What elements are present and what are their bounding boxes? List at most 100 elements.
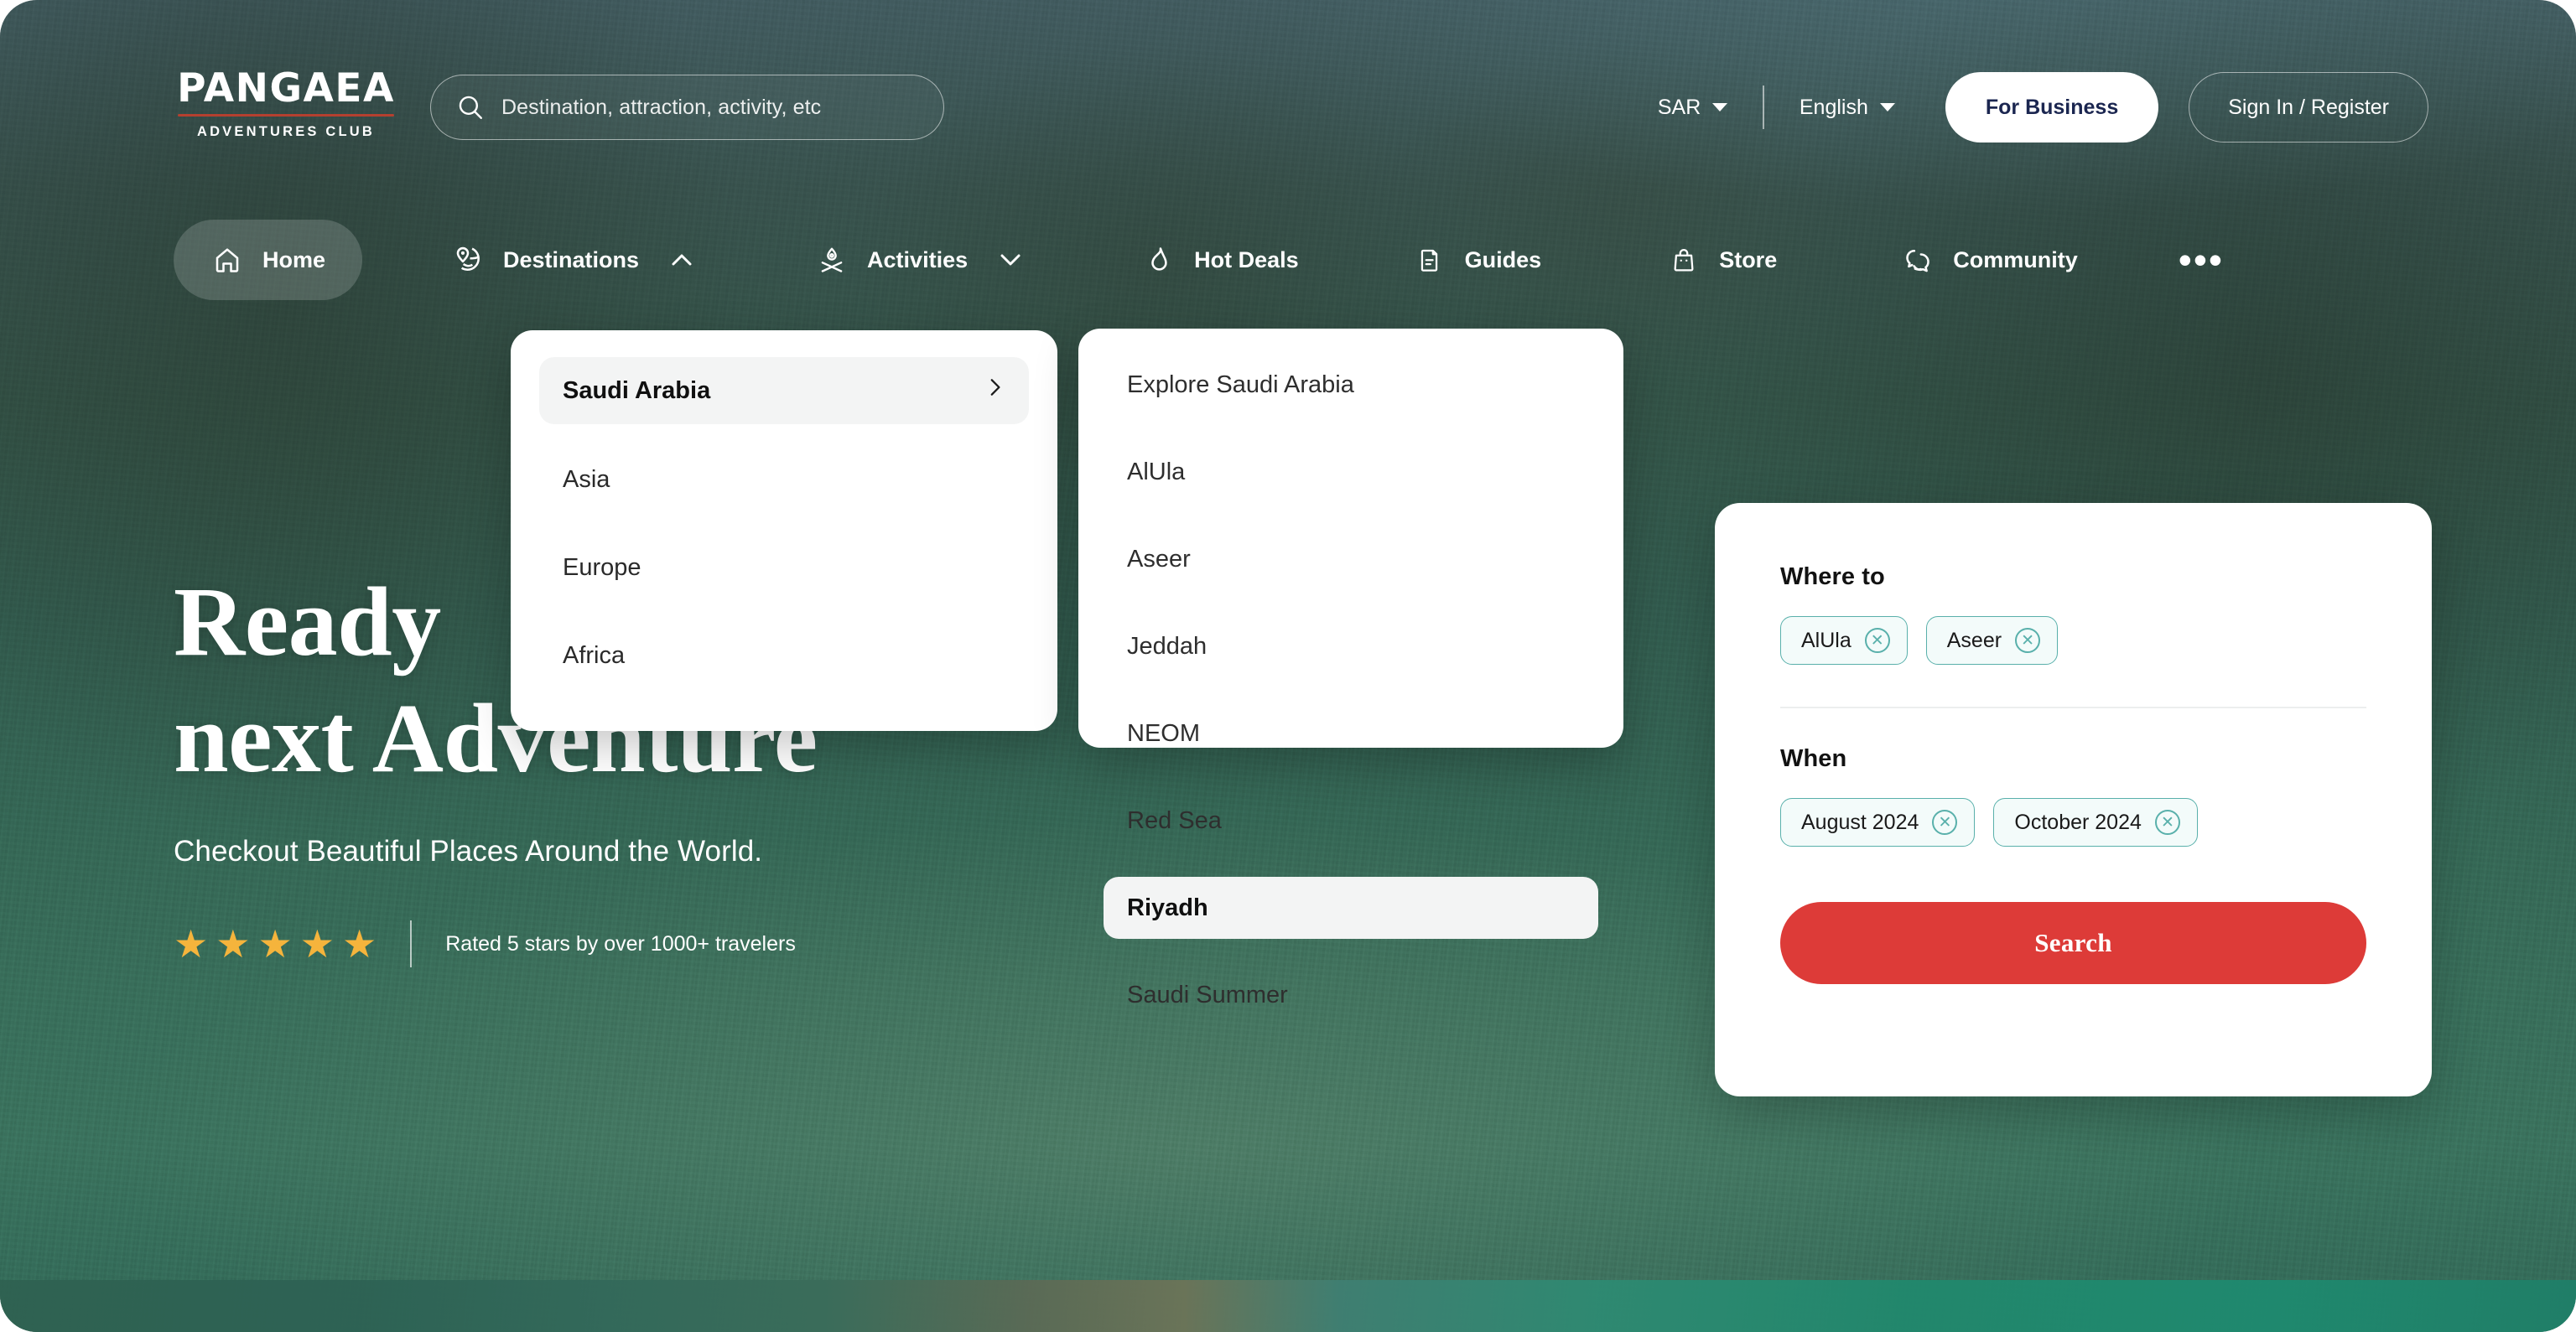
destination-label: Jeddah — [1127, 632, 1208, 660]
chevron-down-icon — [1712, 103, 1728, 111]
search-placeholder-text: Destination, attraction, activity, etc — [501, 95, 822, 119]
star-icon: ★ — [299, 922, 335, 967]
shopping-bag-icon — [1667, 243, 1701, 277]
region-label: Europe — [563, 553, 641, 581]
rating-text: Rated 5 stars by over 1000+ travelers — [445, 931, 796, 956]
nav-item-store[interactable]: Store — [1630, 220, 1814, 300]
region-item-europe[interactable]: Europe — [539, 534, 1029, 601]
destination-item-riyadh[interactable]: Riyadh — [1104, 877, 1598, 939]
site-header: PANGAEA ADVENTURES CLUB Destination, att… — [0, 0, 2576, 168]
destination-label: Explore Saudi Arabia — [1127, 371, 1354, 398]
when-chips: August 2024 ✕ October 2024 ✕ — [1780, 798, 2366, 847]
close-circle-icon[interactable]: ✕ — [1932, 810, 1958, 835]
destination-item-saudi-summer[interactable]: Saudi Summer — [1104, 964, 1598, 1026]
destination-label: Red Sea — [1127, 806, 1222, 834]
destination-label: Saudi Summer — [1127, 981, 1288, 1008]
destination-item-red-sea[interactable]: Red Sea — [1104, 790, 1598, 852]
menu-gap — [1104, 503, 1598, 528]
star-rating: ★ ★ ★ ★ ★ — [174, 925, 377, 963]
chat-people-icon — [1901, 243, 1935, 277]
nav-item-destinations[interactable]: Destinations — [414, 220, 731, 300]
currency-value: SAR — [1657, 95, 1701, 119]
close-circle-icon[interactable]: ✕ — [2015, 628, 2041, 653]
language-selector[interactable]: English — [1778, 82, 1917, 132]
destination-item-alula[interactable]: AlUla — [1104, 441, 1598, 503]
nav-label: Guides — [1464, 246, 1542, 272]
where-to-chips: AlUla ✕ Aseer ✕ — [1780, 616, 2366, 665]
chip-october-2024[interactable]: October 2024 ✕ — [1993, 798, 2198, 847]
star-icon: ★ — [342, 922, 377, 967]
nav-label: Store — [1719, 246, 1778, 272]
region-label: Asia — [563, 465, 610, 493]
chip-august-2024[interactable]: August 2024 ✕ — [1780, 798, 1976, 847]
nav-item-home[interactable]: Home — [174, 220, 363, 300]
nav-label: Activities — [867, 246, 969, 272]
header-divider — [1763, 86, 1764, 129]
when-section: When August 2024 ✕ October 2024 ✕ — [1780, 745, 2366, 847]
rating-row: ★ ★ ★ ★ ★ Rated 5 stars by over 1000+ tr… — [174, 920, 818, 968]
chevron-down-icon — [1879, 103, 1895, 111]
guidebook-icon — [1413, 243, 1446, 277]
destinations-regions-menu: Saudi Arabia Asia Europe Africa — [511, 330, 1057, 731]
chevron-right-icon — [984, 376, 1005, 405]
map-pin-globe-icon — [451, 243, 485, 277]
chip-label: Aseer — [1946, 628, 2002, 652]
home-icon — [210, 243, 244, 277]
region-item-saudi-arabia[interactable]: Saudi Arabia — [539, 357, 1029, 424]
hero-subtitle: Checkout Beautiful Places Around the Wor… — [174, 835, 763, 868]
destination-item-neom[interactable]: NEOM — [1104, 702, 1598, 764]
background-bottom-band — [0, 1280, 2576, 1332]
currency-selector[interactable]: SAR — [1636, 82, 1749, 132]
close-circle-icon[interactable]: ✕ — [2154, 810, 2180, 835]
search-button[interactable]: Search — [1780, 902, 2366, 984]
sign-in-register-button[interactable]: Sign In / Register — [2189, 72, 2428, 143]
nav-label: Community — [1953, 246, 2078, 272]
nav-item-community[interactable]: Community — [1864, 220, 2115, 300]
star-icon: ★ — [174, 922, 209, 967]
chip-aseer[interactable]: Aseer ✕ — [1925, 616, 2059, 665]
search-icon — [456, 93, 485, 122]
menu-gap — [1104, 416, 1598, 441]
nav-label: Home — [262, 246, 326, 272]
chip-label: AlUla — [1801, 628, 1852, 652]
menu-gap — [539, 513, 1029, 534]
menu-gap — [539, 601, 1029, 622]
nav-item-guides[interactable]: Guides — [1376, 220, 1579, 300]
brand-name: PANGAEA — [177, 65, 395, 111]
menu-gap — [1104, 764, 1598, 790]
destination-label: AlUla — [1127, 458, 1186, 485]
nav-item-hot-deals[interactable]: Hot Deals — [1105, 220, 1336, 300]
campfire-icon — [815, 243, 849, 277]
region-label: Saudi Arabia — [563, 376, 711, 404]
destination-item-aseer[interactable]: Aseer — [1104, 528, 1598, 590]
chip-label: August 2024 — [1801, 810, 1919, 834]
chip-alula[interactable]: AlUla ✕ — [1780, 616, 1908, 665]
destination-label: Riyadh — [1127, 894, 1208, 921]
nav-more-button[interactable]: ••• — [2167, 241, 2236, 279]
region-item-asia[interactable]: Asia — [539, 446, 1029, 513]
destination-label: NEOM — [1127, 719, 1200, 747]
flame-icon — [1142, 243, 1176, 277]
for-business-button[interactable]: For Business — [1945, 72, 2159, 143]
destination-item-explore-saudi-arabia[interactable]: Explore Saudi Arabia — [1104, 354, 1598, 416]
menu-gap — [1104, 939, 1598, 964]
when-label: When — [1780, 745, 1847, 772]
region-label: Africa — [563, 641, 626, 669]
chevron-up-icon — [669, 251, 694, 268]
destination-label: Aseer — [1127, 545, 1191, 573]
search-input[interactable]: Destination, attraction, activity, etc — [430, 75, 944, 140]
rating-divider — [410, 920, 413, 968]
chip-label: October 2024 — [2014, 810, 2142, 834]
brand-underline — [178, 114, 394, 117]
menu-gap — [1104, 852, 1598, 877]
nav-item-activities[interactable]: Activities — [778, 220, 1060, 300]
close-circle-icon[interactable]: ✕ — [1864, 628, 1890, 653]
nav-label: Destinations — [503, 246, 640, 272]
where-to-label: Where to — [1780, 563, 1885, 590]
language-value: English — [1799, 95, 1868, 119]
menu-gap — [1104, 677, 1598, 702]
destination-item-jeddah[interactable]: Jeddah — [1104, 615, 1598, 677]
main-navigation: Home Destinations Activities Hot Deals G… — [174, 220, 2450, 300]
region-item-africa[interactable]: Africa — [539, 622, 1029, 689]
brand-logo[interactable]: PANGAEA ADVENTURES CLUB — [171, 69, 401, 140]
